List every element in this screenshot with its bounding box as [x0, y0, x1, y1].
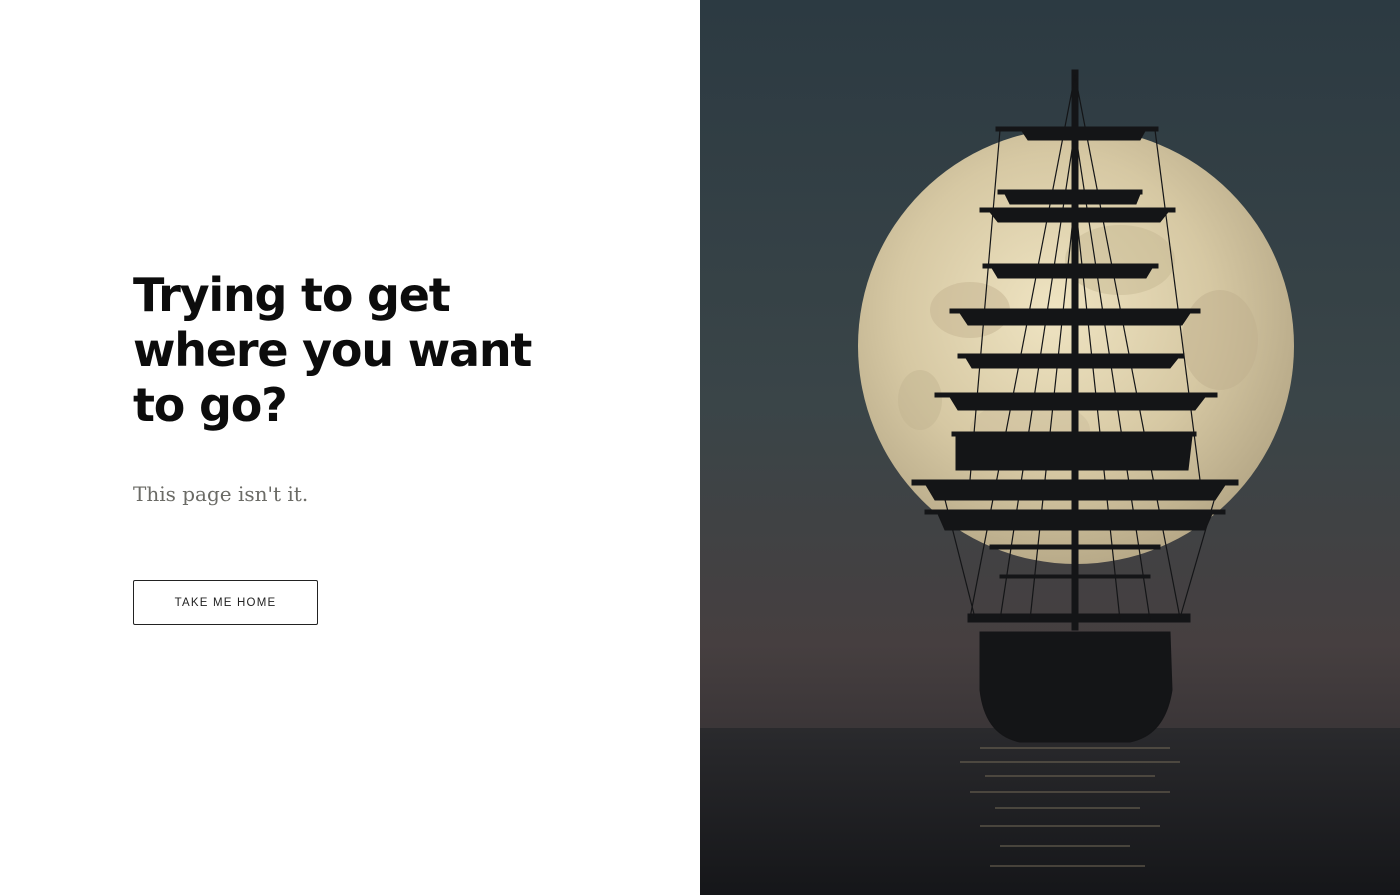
message-panel: Trying to get where you want to go? This…	[0, 0, 700, 895]
page-subtitle: This page isn't it.	[133, 482, 309, 506]
take-me-home-button[interactable]: TAKE ME HOME	[133, 580, 318, 625]
not-found-page: Trying to get where you want to go? This…	[0, 0, 1400, 895]
sea	[700, 728, 1400, 895]
ship-moon-illustration	[700, 0, 1400, 895]
hero-image	[700, 0, 1400, 895]
page-title: Trying to get where you want to go?	[133, 268, 532, 432]
message-content: Trying to get where you want to go? This…	[133, 268, 553, 508]
